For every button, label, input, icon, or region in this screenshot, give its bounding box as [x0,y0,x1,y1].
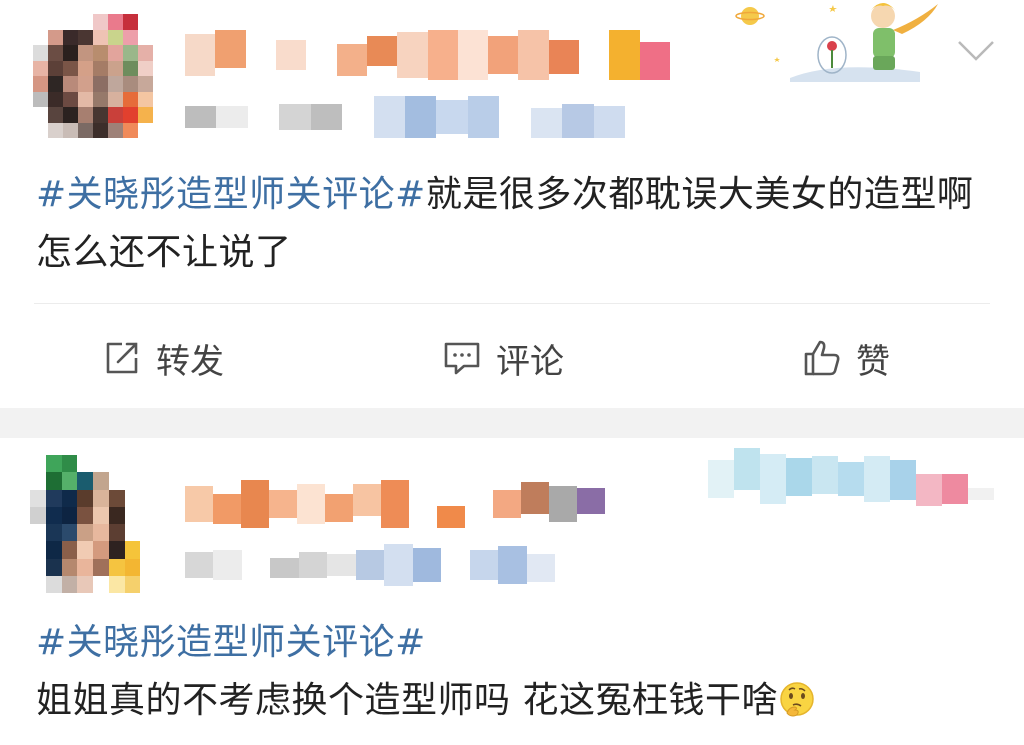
card-decoration-sticker [735,3,938,82]
avatar[interactable] [30,455,156,593]
post-body: 姐姐真的不考虑换个造型师吗 花这冤枉钱干啥 [36,680,778,721]
post-card-2: #关晓彤造型师关评论# 姐姐真的不考虑换个造型师吗 花这冤枉钱干啥 [0,438,1024,745]
hashtag-link[interactable]: #关晓彤造型师关评论# [36,174,426,215]
comment-label: 评论 [496,341,564,382]
badge-blurred [682,438,994,512]
like-button[interactable]: 赞 [800,330,890,386]
username-blurred[interactable] [185,30,670,80]
post-text: #关晓彤造型师关评论#就是很多次都耽误大美女的造型啊 怎么还不让说了 [36,166,996,282]
post-card-1: #关晓彤造型师关评论#就是很多次都耽误大美女的造型啊 怎么还不让说了 转发 评论… [0,0,1024,408]
thinking-face-emoji [780,682,814,717]
post-meta-blurred [185,544,555,586]
post-meta-blurred [185,96,625,138]
chevron-down-icon[interactable] [956,38,996,64]
repost-icon [106,342,138,374]
divider [34,303,990,304]
avatar[interactable] [33,14,153,138]
post-text: #关晓彤造型师关评论# 姐姐真的不考虑换个造型师吗 花这冤枉钱干啥 [36,614,996,730]
thumbs-up-icon [804,340,840,376]
repost-label: 转发 [156,341,224,382]
like-label: 赞 [856,341,890,382]
repost-button[interactable]: 转发 [100,330,224,386]
comment-icon [444,342,480,375]
username-blurred[interactable] [185,480,605,528]
comment-button[interactable]: 评论 [440,330,564,386]
feed-separator [0,408,1024,438]
hashtag-link[interactable]: #关晓彤造型师关评论# [36,622,426,663]
